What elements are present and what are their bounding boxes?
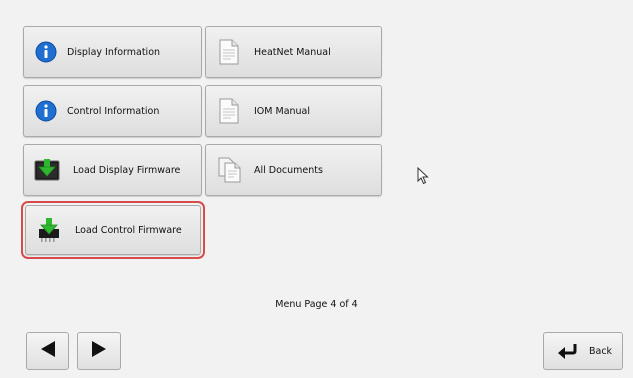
load-display-firmware-button[interactable]: Load Display Firmware — [23, 144, 202, 196]
back-button[interactable]: Back — [543, 332, 623, 370]
documents-stack-icon — [218, 157, 242, 183]
iom-manual-label: IOM Manual — [254, 105, 311, 117]
control-information-label: Control Information — [67, 105, 160, 117]
back-label: Back — [589, 345, 613, 357]
document-icon — [218, 98, 240, 124]
iom-manual-button[interactable]: IOM Manual — [205, 85, 382, 137]
load-control-firmware-label: Load Control Firmware — [75, 224, 182, 236]
arrow-left-icon — [40, 340, 56, 362]
previous-page-button[interactable] — [26, 332, 69, 370]
heatnet-manual-label: HeatNet Manual — [254, 46, 331, 58]
info-icon — [33, 100, 59, 122]
heatnet-manual-button[interactable]: HeatNet Manual — [205, 26, 382, 78]
mouse-pointer-icon — [417, 166, 429, 189]
chip-firmware-download-icon — [35, 217, 63, 243]
document-icon — [218, 39, 240, 65]
control-information-button[interactable]: Control Information — [23, 85, 202, 137]
load-control-firmware-button[interactable]: Load Control Firmware — [21, 201, 205, 259]
display-information-label: Display Information — [67, 46, 161, 58]
menu-page-indicator: Menu Page 4 of 4 — [275, 299, 358, 310]
next-page-button[interactable] — [77, 332, 121, 370]
display-information-button[interactable]: Display Information — [23, 26, 202, 78]
load-display-firmware-label: Load Display Firmware — [73, 164, 181, 176]
arrow-right-icon — [91, 340, 107, 362]
all-documents-button[interactable]: All Documents — [205, 144, 382, 196]
all-documents-label: All Documents — [254, 164, 323, 176]
info-icon — [33, 41, 59, 63]
display-firmware-download-icon — [33, 158, 61, 182]
return-arrow-icon — [557, 342, 579, 360]
